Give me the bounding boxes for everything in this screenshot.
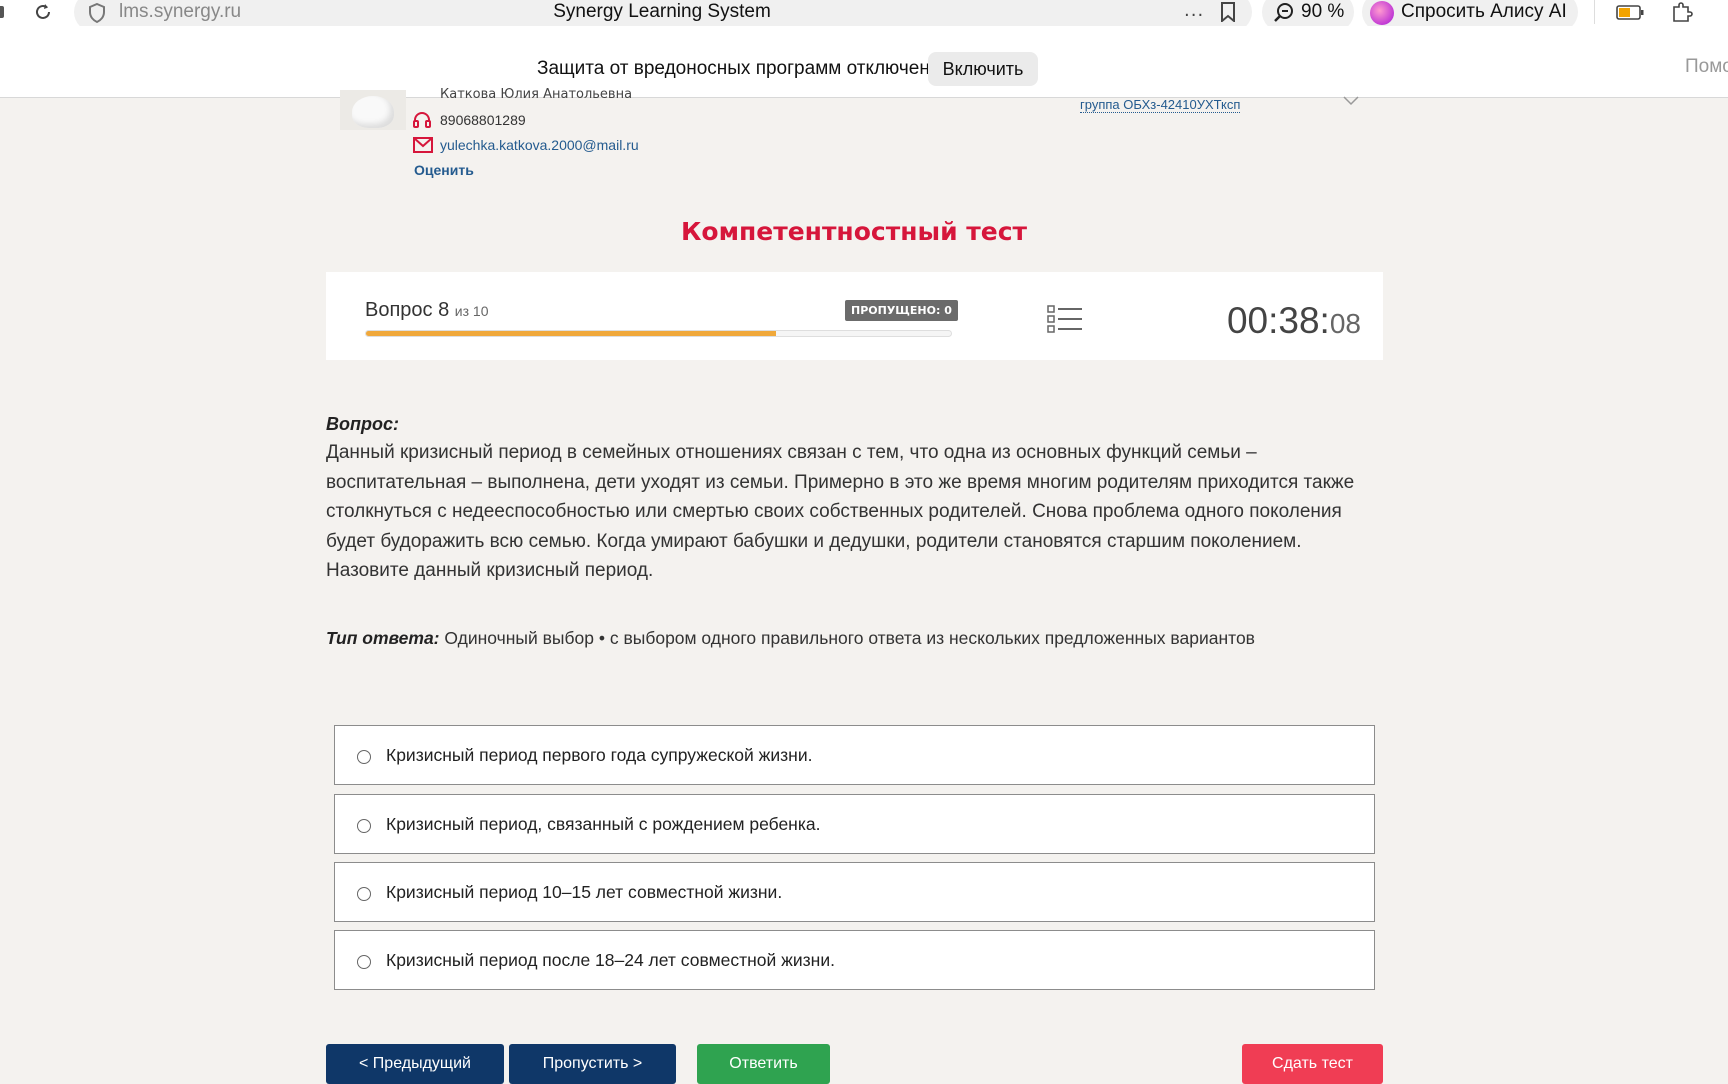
answer-option[interactable]: Кризисный период 10–15 лет совместной жи…: [334, 862, 1375, 922]
curator-email-link[interactable]: yulechka.katkova.2000@mail.ru: [440, 137, 639, 153]
test-title: Компетентностный тест: [680, 217, 1028, 246]
answer-option-label: Кризисный период 10–15 лет совместной жи…: [386, 882, 783, 902]
radio-button[interactable]: [357, 887, 371, 901]
bookmark-icon[interactable]: [1219, 2, 1237, 22]
zoom-icon[interactable]: [1273, 2, 1295, 22]
avatar: [340, 90, 406, 130]
timer-seconds: 08: [1329, 308, 1361, 339]
help-link[interactable]: Помо: [1685, 56, 1728, 78]
previous-button[interactable]: < Предыдущий: [326, 1044, 504, 1084]
radio-button[interactable]: [357, 819, 371, 833]
answer-option[interactable]: Кризисный период после 18–24 лет совмест…: [334, 930, 1375, 990]
question-counter: Вопрос 8 из 10: [365, 299, 489, 322]
zoom-level[interactable]: 90 %: [1301, 1, 1344, 23]
alice-label[interactable]: Спросить Алису AI: [1401, 1, 1567, 23]
chevron-down-icon[interactable]: [1343, 96, 1359, 106]
skipped-badge[interactable]: ПРОПУЩЕНО: 0: [845, 300, 958, 321]
answer-option[interactable]: Кризисный период, связанный с рождением …: [334, 794, 1375, 854]
more-icon[interactable]: ···: [1184, 5, 1204, 26]
question-number: 8: [438, 299, 450, 321]
curator-name: Каткова Юлия Анатольевна: [440, 87, 633, 100]
shield-icon[interactable]: [88, 3, 106, 23]
security-notification-bar: Защита от вредоносных программ отключена…: [0, 26, 1728, 98]
toolbar-divider: [1594, 0, 1595, 24]
battery-icon[interactable]: [1616, 5, 1644, 20]
radio-button[interactable]: [357, 955, 371, 969]
extensions-icon[interactable]: [1670, 1, 1694, 25]
rate-curator-link[interactable]: Оценить: [414, 162, 474, 178]
question-label: Вопрос:: [326, 414, 399, 434]
headset-icon: [413, 112, 431, 128]
mail-icon: [413, 137, 433, 153]
question-total: из 10: [454, 303, 489, 319]
reload-icon[interactable]: [33, 2, 53, 22]
answer-type-value: Одиночный выбор • с выбором одного прави…: [444, 628, 1255, 648]
timer: 00:38:08: [1227, 300, 1361, 342]
skip-button[interactable]: Пропустить >: [509, 1044, 676, 1084]
answer-option[interactable]: Кризисный период первого года супружеско…: [334, 725, 1375, 785]
curator-phone: 89068801289: [440, 112, 526, 128]
answer-option-label: Кризисный период после 18–24 лет совмест…: [386, 950, 835, 970]
submit-test-button[interactable]: Сдать тест: [1242, 1044, 1383, 1084]
answer-button[interactable]: Ответить: [697, 1044, 830, 1084]
question-text: Данный кризисный период в семейных отнош…: [326, 442, 1355, 581]
question-list-icon[interactable]: [1047, 304, 1083, 334]
group-link[interactable]: группа ОБХз-42410УХТксп: [1080, 97, 1241, 113]
alice-icon[interactable]: [1370, 1, 1394, 25]
progress-panel: Вопрос 8 из 10 ПРОПУЩЕНО: 0 00:38:08: [326, 272, 1383, 360]
enable-protection-button[interactable]: Включить: [928, 52, 1038, 86]
progress-bar: [365, 330, 952, 337]
browser-toolbar: lms.synergy.ru Synergy Learning System ·…: [0, 0, 1728, 32]
answer-type-label: Тип ответа:: [326, 628, 440, 648]
radio-button[interactable]: [357, 750, 371, 764]
timer-main: 00:38:: [1226, 300, 1330, 341]
question-word: Вопрос: [365, 299, 433, 321]
page-title: Synergy Learning System: [553, 1, 771, 22]
answer-option-label: Кризисный период первого года супружеско…: [386, 745, 813, 765]
progress-fill: [366, 331, 776, 336]
security-message: Защита от вредоносных программ отключена: [537, 58, 941, 79]
sidebar-handle[interactable]: [0, 6, 4, 18]
answer-option-label: Кризисный период, связанный с рождением …: [386, 814, 821, 834]
answer-type: Тип ответа: Одиночный выбор • с выбором …: [326, 628, 1255, 649]
url-text[interactable]: lms.synergy.ru: [119, 1, 241, 23]
